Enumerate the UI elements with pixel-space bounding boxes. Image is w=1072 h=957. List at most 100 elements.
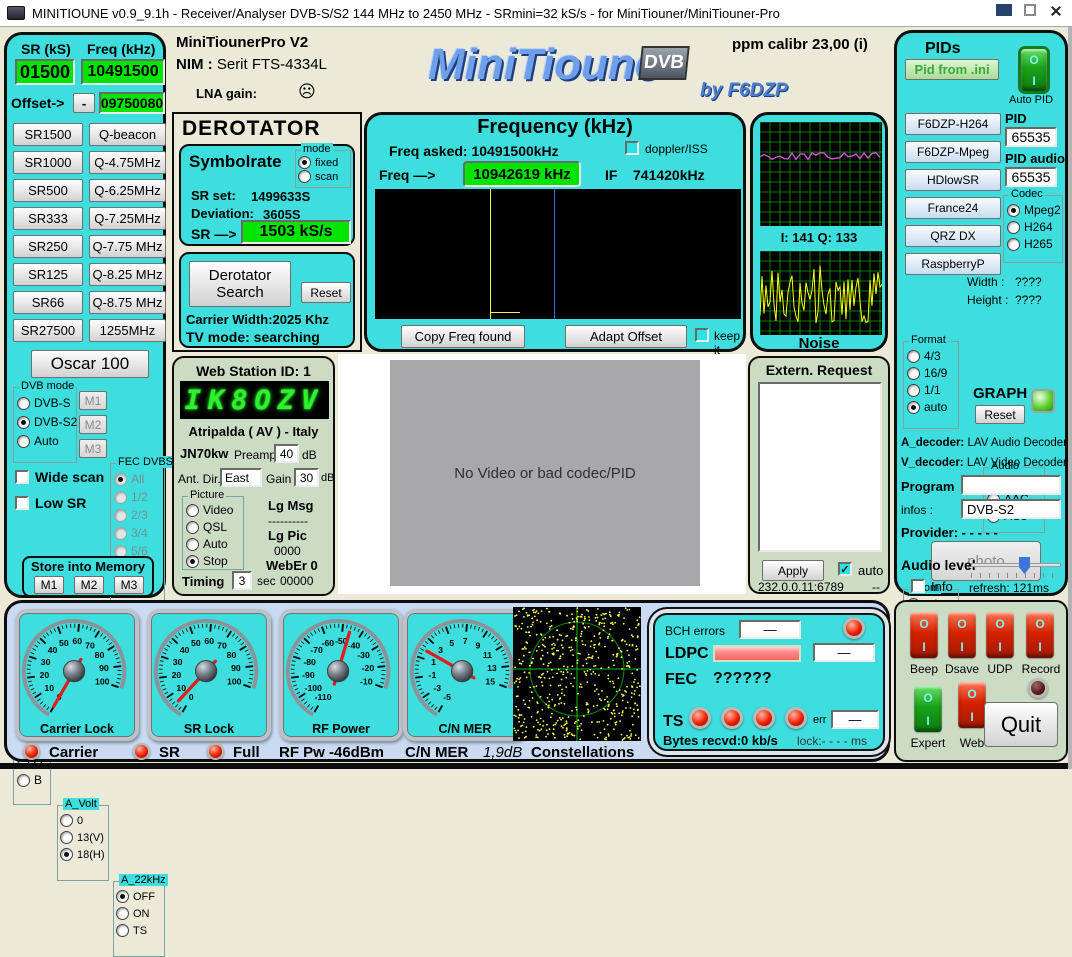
tuning-panel: SR (kS) Freq (kHz) 01500 10491500 Offset… [4,32,166,598]
infos-input[interactable]: DVB-S2 [961,499,1061,519]
dvb-mode-option-dvb-s2[interactable]: DVB-S2 [17,415,73,429]
freq-input[interactable]: 10491500 [81,59,165,85]
freq-preset-button[interactable]: Q-8.75 MHz [89,291,166,314]
a-volt-option-13-v-[interactable]: 13(V) [60,831,106,844]
store-m2-button[interactable]: M2 [74,576,104,594]
auto-checkbox[interactable] [838,562,852,576]
sr-preset-button[interactable]: SR333 [13,207,83,230]
bch-errors-label: BCH errors [665,624,725,638]
sr-preset-button[interactable]: SR66 [13,291,83,314]
wide-scan-checkbox[interactable] [15,470,29,484]
station-preset-button[interactable]: QRZ DX [905,225,1001,247]
derotator-search-line2: Search [216,284,264,301]
station-preset-button[interactable]: RaspberryP [905,253,1001,275]
codec-option-h264[interactable]: H264 [1007,220,1059,234]
station-preset-button[interactable]: F6DZP-Mpeg [905,141,1001,163]
offset-sign-button[interactable]: - [73,93,95,113]
constellation-display [513,607,641,741]
udp-switch[interactable]: OI [986,612,1014,658]
station-preset-button[interactable]: HDlowSR [905,169,1001,191]
timing-input[interactable]: 3 [232,571,252,590]
copy-freq-button[interactable]: Copy Freq found [401,325,525,348]
svg-text:60: 60 [204,636,214,646]
apply-button[interactable]: Apply [762,560,824,581]
symbolrate-mode-option-fixed[interactable]: fixed [298,156,348,169]
quit-button[interactable]: Quit [984,702,1058,747]
freq-found-display: 10942619 kHz [463,161,581,187]
carrier-lock-gauge: 0102030405060708090100Carrier Lock [15,609,139,741]
svg-text:10: 10 [176,683,186,693]
window-right-edge [1068,27,1072,769]
picture-option-video[interactable]: Video [186,503,240,517]
graph-reset-button[interactable]: Reset [975,405,1025,424]
a-22khz-option-off[interactable]: OFF [116,890,162,903]
store-m1-button[interactable]: M1 [34,576,64,594]
ant-dir-input[interactable]: East [220,468,262,487]
freq-preset-button[interactable]: Q-6.25MHz [89,179,166,202]
freq-preset-button[interactable]: Q-4.75MHz [89,151,166,174]
width-value: ???? [1015,275,1042,289]
sr-preset-button[interactable]: SR500 [13,179,83,202]
offset-label: Offset-> [11,95,64,111]
extern-request-text[interactable] [758,382,882,552]
fplug-option-b[interactable]: B [17,773,47,787]
dvb-mode-option-dvb-s[interactable]: DVB-S [17,396,73,410]
sr-input[interactable]: 01500 [15,59,75,85]
derotator-reset-button[interactable]: Reset [301,282,351,303]
station-preset-button[interactable]: France24 [905,197,1001,219]
a-22khz-option-ts[interactable]: TS [116,924,162,937]
gain-input[interactable]: 30 [294,468,319,487]
dsave-switch[interactable]: OI [948,612,976,658]
sr-preset-button[interactable]: SR250 [13,235,83,258]
codec-option-h265[interactable]: H265 [1007,237,1059,251]
dvb-mode-option-auto[interactable]: Auto [17,434,73,448]
picture-option-stop[interactable]: Stop [186,554,240,568]
minimize-button[interactable] [996,4,1012,16]
adapt-offset-button[interactable]: Adapt Offset [565,325,687,348]
auto-pid-switch[interactable]: OI [1021,49,1047,91]
program-input[interactable] [961,475,1061,495]
sr-preset-button[interactable]: SR27500 [13,319,83,342]
station-preset-button[interactable]: F6DZP-H264 [905,113,1001,135]
freq-preset-button[interactable]: Q-7.75 MHz [89,235,166,258]
record-switch[interactable]: OI [1026,612,1054,658]
sr-preset-button[interactable]: SR1500 [13,123,83,146]
store-m3-button[interactable]: M3 [114,576,144,594]
close-button[interactable] [1050,5,1062,17]
format-option-auto[interactable]: auto [907,400,955,414]
preamp-input[interactable]: 40 [274,444,299,463]
doppler-checkbox[interactable] [625,141,639,155]
sr-preset-button[interactable]: SR125 [13,263,83,286]
offset-input[interactable]: 09750080 [99,92,165,114]
svg-text:60: 60 [72,636,82,646]
info-checkbox[interactable] [911,579,925,593]
sr-preset-button[interactable]: SR1000 [13,151,83,174]
picture-option-auto[interactable]: Auto [186,537,240,551]
keep-it-checkbox[interactable] [695,328,709,342]
oscar-100-button[interactable]: Oscar 100 [31,350,149,378]
freq-preset-button[interactable]: Q-8.25 MHz [89,263,166,286]
low-sr-checkbox[interactable] [15,496,29,510]
a-22khz-option-on[interactable]: ON [116,907,162,920]
a-volt-option-18-h-[interactable]: 18(H) [60,848,106,861]
freq-preset-button[interactable]: 1255MHz [89,319,166,342]
derotator-search-button[interactable]: Derotator Search [189,261,291,307]
pid-audio-input[interactable]: 65535 [1005,167,1057,187]
symbolrate-mode-option-scan[interactable]: scan [298,170,348,183]
window-bottom-edge [0,763,1072,769]
freq-preset-button[interactable]: Q-beacon [89,123,166,146]
audio-level-track[interactable] [971,563,1061,567]
codec-option-mpeg2[interactable]: Mpeg2 [1007,203,1059,217]
beep-switch[interactable]: OI [910,612,938,658]
maximize-button[interactable] [1024,4,1036,16]
format-option-1-1[interactable]: 1/1 [907,383,955,397]
freq-preset-button[interactable]: Q-7.25MHz [89,207,166,230]
web-switch[interactable]: OI [958,682,986,728]
format-option-4-3[interactable]: 4/3 [907,349,955,363]
pid-video-input[interactable]: 65535 [1005,127,1057,147]
picture-option-qsl[interactable]: QSL [186,520,240,534]
format-option-16-9[interactable]: 16/9 [907,366,955,380]
pid-from-ini-button[interactable]: Pid from .ini [905,59,999,80]
expert-switch[interactable]: OI [914,686,942,732]
a-volt-option-0[interactable]: 0 [60,814,106,827]
